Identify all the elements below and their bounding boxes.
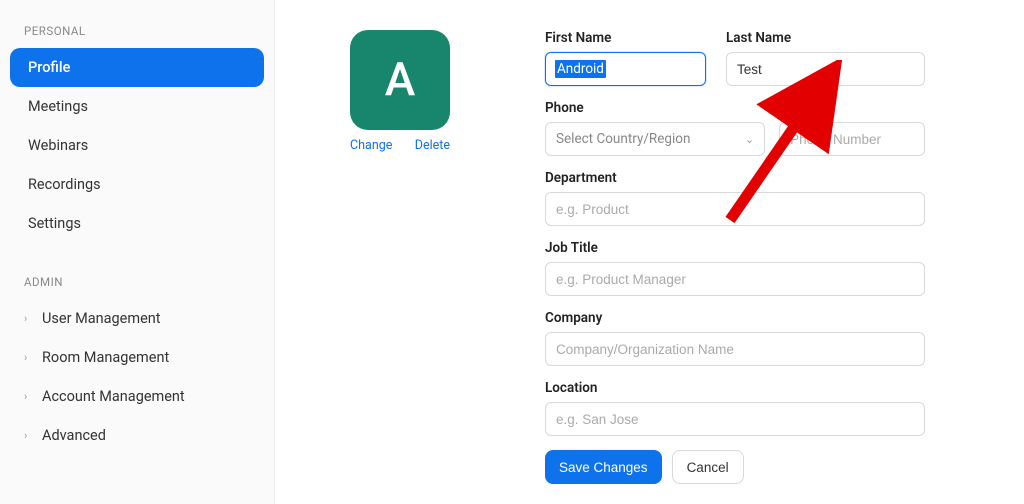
sidebar-item-profile[interactable]: Profile [10,48,264,87]
sidebar-item-meetings[interactable]: Meetings [10,87,264,126]
department-label: Department [545,170,925,186]
department-input[interactable] [545,192,925,226]
phone-country-placeholder: Select Country/Region [556,131,690,147]
chevron-right-icon: › [24,390,34,403]
chevron-right-icon: › [24,429,34,442]
save-changes-button[interactable]: Save Changes [545,450,662,484]
location-label: Location [545,380,925,396]
sidebar-item-recordings[interactable]: Recordings [10,165,264,204]
avatar-change-link[interactable]: Change [350,138,392,153]
first-name-input[interactable] [545,52,706,86]
location-input[interactable] [545,402,925,436]
sidebar-item-advanced[interactable]: › Advanced [10,416,264,455]
personal-section-label: PERSONAL [10,20,264,48]
chevron-right-icon: › [24,351,34,364]
phone-number-input[interactable] [779,122,925,156]
sidebar-item-room-management[interactable]: › Room Management [10,338,264,377]
sidebar-item-settings[interactable]: Settings [10,204,264,243]
last-name-input[interactable] [726,52,925,86]
chevron-down-icon: ⌄ [745,133,754,146]
profile-form: First Name Android Last Name Phone Selec… [545,30,925,484]
chevron-right-icon: › [24,312,34,325]
sidebar-item-user-management[interactable]: › User Management [10,299,264,338]
job-title-input[interactable] [545,262,925,296]
last-name-label: Last Name [726,30,925,46]
company-input[interactable] [545,332,925,366]
avatar-column: A Change Delete [345,30,455,484]
main-content: A Change Delete First Name Android Last … [275,0,1024,504]
avatar-letter: A [385,53,416,107]
phone-country-select[interactable]: Select Country/Region ⌄ [545,122,765,156]
phone-label: Phone [545,100,925,116]
first-name-label: First Name [545,30,706,46]
cancel-button[interactable]: Cancel [672,450,744,484]
company-label: Company [545,310,925,326]
avatar-delete-link[interactable]: Delete [415,138,450,153]
sidebar: PERSONAL Profile Meetings Webinars Recor… [0,0,275,504]
admin-section-label: ADMIN [10,271,264,299]
sidebar-item-webinars[interactable]: Webinars [10,126,264,165]
sidebar-item-account-management[interactable]: › Account Management [10,377,264,416]
job-title-label: Job Title [545,240,925,256]
avatar[interactable]: A [350,30,450,130]
